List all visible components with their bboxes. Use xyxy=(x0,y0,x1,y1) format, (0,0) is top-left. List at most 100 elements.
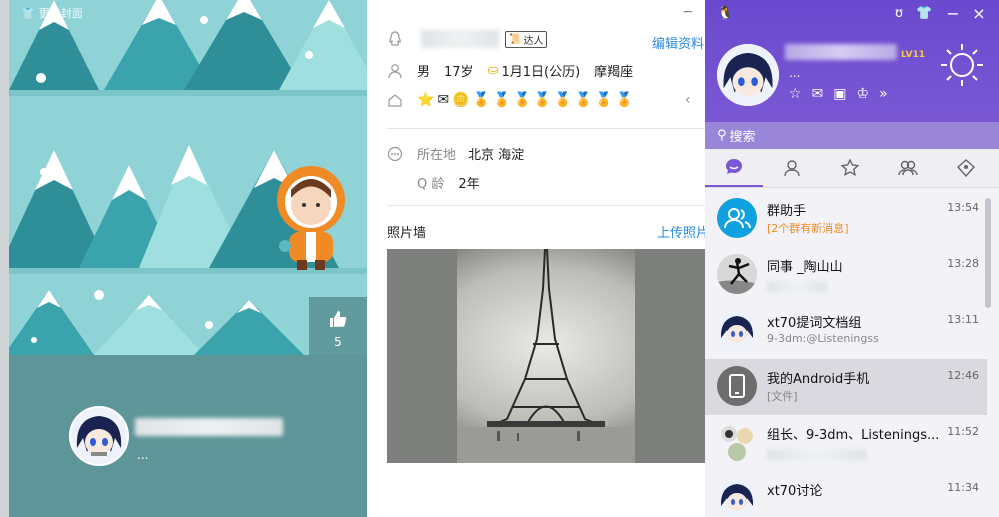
group-icon xyxy=(898,160,918,176)
chat-item-colleague[interactable]: 同事 _陶山山 13:28 xyxy=(705,247,987,303)
photo-wall-image[interactable] xyxy=(387,249,705,463)
chat-name: 我的Android手机 xyxy=(767,372,870,387)
chat-name: xt70提词文档组 xyxy=(767,316,862,331)
crown-icon[interactable]: ♔ xyxy=(857,86,870,102)
qq-main-panel: 🐧 ʊ 👕 − × LV11 ... ☆ ✉ ▣ ♔ » ⚲ 搜索 群助手 [2… xyxy=(705,0,999,517)
medal-list: ⭐ ✉ 🪙 🏅 🏅 🏅 🏅 🏅 🏅 🏅 🏅 xyxy=(417,92,633,108)
wallet-icon[interactable]: ▣ xyxy=(833,86,846,102)
level-badge[interactable]: LV11 xyxy=(901,50,925,60)
chat-name: 组长、9-3dm、Listenings... xyxy=(767,428,940,443)
chat-time: 13:54 xyxy=(947,201,979,214)
group-icon xyxy=(724,208,751,229)
search-placeholder: 搜索 xyxy=(729,130,756,145)
chat-preview: 9-3dm:@Listeningss xyxy=(767,332,879,345)
location-value: 北京 海淀 xyxy=(468,148,525,163)
dancer-photo-icon xyxy=(717,254,757,294)
star-icon[interactable]: ☆ xyxy=(789,86,802,102)
like-button[interactable]: 5 xyxy=(309,297,367,355)
profile-header-strip xyxy=(9,355,367,517)
person-icon xyxy=(388,63,402,78)
qq-status-icons: ☆ ✉ ▣ ♔ » xyxy=(789,86,888,102)
medal-row: ⭐ ✉ 🪙 🏅 🏅 🏅 🏅 🏅 🏅 🏅 🏅 xyxy=(387,92,633,108)
group-helper-avatar xyxy=(717,198,757,238)
gender: 男 xyxy=(417,65,431,80)
medal-icon[interactable]: 🏅 xyxy=(554,92,571,108)
star-medal-icon[interactable]: ⭐ xyxy=(417,92,434,108)
profile-info-panel: 📜 达人 编辑资料 男 17岁 ⛀ 1月1日(公历) 摩羯座 ⭐ ✉ 🪙 🏅 🏅… xyxy=(367,0,709,517)
coin-medal-icon[interactable]: 🪙 xyxy=(452,92,469,108)
medal-icon[interactable]: 🏅 xyxy=(493,92,510,108)
chat-time: 13:11 xyxy=(947,313,979,326)
medal-icon[interactable]: 🏅 xyxy=(473,92,490,108)
medal-icon[interactable]: 🏅 xyxy=(575,92,592,108)
search-icon: ⚲ xyxy=(717,128,727,143)
nickname-row: 📜 达人 xyxy=(387,30,548,48)
photo-wall-label: 照片墙 xyxy=(387,226,427,241)
tab-groups[interactable] xyxy=(879,149,937,187)
change-cover-button[interactable]: 👕 更换封面 xyxy=(21,5,83,21)
chat-name: 同事 _陶山山 xyxy=(767,260,843,275)
diamond-icon xyxy=(957,159,975,178)
minimize-icon[interactable]: − xyxy=(682,4,694,20)
qq-username-blurred xyxy=(785,44,897,60)
talent-badge[interactable]: 📜 达人 xyxy=(505,30,548,48)
medal-icon[interactable]: 🏅 xyxy=(513,92,530,108)
location-row: 所在地 北京 海淀 xyxy=(387,144,524,163)
nickname-blurred xyxy=(421,30,499,48)
qage-row: Q 龄 2年 xyxy=(417,173,480,192)
phone-icon xyxy=(729,374,745,398)
chat-name: xt70讨论 xyxy=(767,484,823,499)
chat-preview: [2个群有新消息] xyxy=(767,222,849,235)
chevron-double-right-icon[interactable]: » xyxy=(879,86,888,102)
chat-item-xt70-discussion[interactable]: xt70讨论 11:34 xyxy=(705,471,987,517)
scroll-icon: 📜 xyxy=(509,33,522,45)
upload-photo-link[interactable]: 上传照片 xyxy=(657,222,709,241)
cake-icon: ⛀ xyxy=(487,63,499,78)
chat-time: 11:34 xyxy=(947,481,979,494)
tab-contacts[interactable] xyxy=(763,149,821,187)
more-circle-icon xyxy=(387,146,403,161)
person-icon xyxy=(784,160,800,177)
tab-favorites[interactable] xyxy=(821,149,879,187)
chat-preview-blurred xyxy=(767,281,827,293)
doc-group-avatar xyxy=(717,310,757,350)
chat-bubble-icon xyxy=(726,159,742,174)
profile-avatar[interactable] xyxy=(69,406,129,466)
mail-icon[interactable]: ✉ xyxy=(812,86,824,102)
basic-info-row: 男 17岁 ⛀ 1月1日(公历) 摩羯座 xyxy=(387,61,633,80)
multi-avatar xyxy=(717,422,757,462)
age: 17岁 xyxy=(444,65,474,80)
chat-preview-blurred xyxy=(767,449,867,461)
close-icon[interactable]: × xyxy=(971,6,987,22)
penguin-icon xyxy=(388,31,402,46)
discussion-avatar xyxy=(717,478,757,517)
birthday: 1月1日(公历) xyxy=(501,65,581,80)
chat-item-android-phone[interactable]: 我的Android手机 [文件] 12:46 xyxy=(705,359,987,415)
shirt-icon[interactable]: 👕 xyxy=(916,6,932,22)
chat-list-scrollbar[interactable] xyxy=(985,198,991,308)
chat-item-team-lead-group[interactable]: 组长、9-3dm、Listenings... 11:52 xyxy=(705,415,987,471)
weather-sun-icon[interactable] xyxy=(939,42,985,88)
location-label: 所在地 xyxy=(417,148,457,163)
tab-qzone[interactable] xyxy=(937,149,995,187)
minimize-icon[interactable]: − xyxy=(945,6,961,22)
divider xyxy=(387,205,705,206)
chevron-left-icon[interactable]: ‹ xyxy=(685,92,691,108)
chat-item-xt70-doc-group[interactable]: xt70提词文档组 9-3dm:@Listeningss 13:11 xyxy=(705,303,987,359)
qq-search-bar[interactable]: ⚲ 搜索 xyxy=(705,122,999,149)
edit-profile-link[interactable]: 编辑资料 xyxy=(652,33,704,52)
medal-icon[interactable]: 🏅 xyxy=(534,92,551,108)
chat-time: 12:46 xyxy=(947,369,979,382)
medal-icon[interactable]: 🏅 xyxy=(616,92,633,108)
qq-avatar[interactable] xyxy=(717,44,779,106)
skin-icon[interactable]: ʊ xyxy=(891,6,907,22)
mail-medal-icon[interactable]: ✉ xyxy=(437,92,449,108)
phone-avatar xyxy=(717,366,757,406)
anime-avatar-icon xyxy=(717,478,757,517)
chat-name: 群助手 xyxy=(767,204,807,219)
colleague-avatar xyxy=(717,254,757,294)
medal-icon[interactable]: 🏅 xyxy=(595,92,612,108)
house-icon xyxy=(388,94,402,107)
tab-messages[interactable] xyxy=(705,149,763,187)
chat-item-group-helper[interactable]: 群助手 [2个群有新消息] 13:54 xyxy=(705,191,987,247)
